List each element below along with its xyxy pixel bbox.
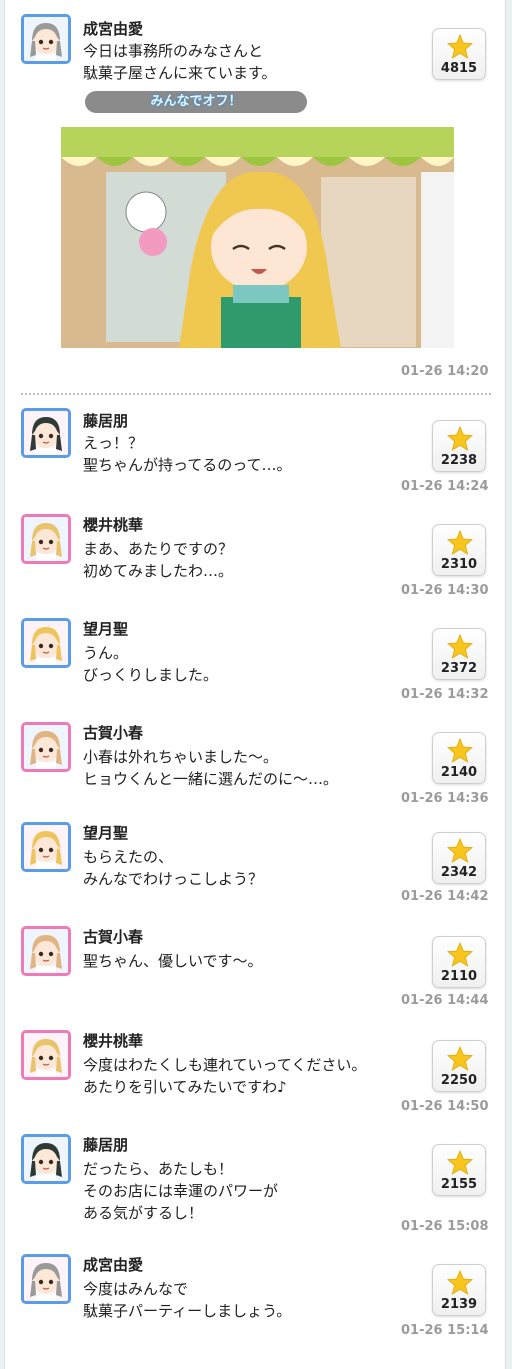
character-face-icon xyxy=(24,825,68,869)
avatar[interactable] xyxy=(21,408,71,458)
like-count: 2140 xyxy=(440,765,478,780)
avatar[interactable] xyxy=(21,926,71,976)
message-line: 聖ちゃんが持ってるのって…。 xyxy=(83,456,292,474)
character-face-icon xyxy=(24,17,68,61)
avatar[interactable] xyxy=(21,514,71,564)
message-line: びっくりしました。 xyxy=(83,666,219,684)
like-button[interactable]: 2238 xyxy=(432,420,486,472)
message-line: 小春は外れちゃいました〜。 xyxy=(83,748,279,766)
post-photo[interactable] xyxy=(61,127,454,348)
star-icon xyxy=(447,738,473,763)
avatar[interactable] xyxy=(21,722,71,772)
post-timestamp: 01-26 14:44 xyxy=(401,993,489,1008)
poster-name: 望月聖 xyxy=(83,620,129,638)
like-count: 2110 xyxy=(440,969,478,984)
star-icon xyxy=(447,838,473,863)
character-face-icon xyxy=(24,517,68,561)
star-icon xyxy=(447,1150,473,1175)
like-count: 2139 xyxy=(440,1297,478,1312)
message-line: えっ！？ xyxy=(83,434,144,452)
message-line: ヒョウくんと一緒に選んだのに〜…。 xyxy=(83,770,339,788)
post-timestamp: 01-26 14:20 xyxy=(401,364,489,379)
character-face-icon xyxy=(24,1257,68,1301)
like-button[interactable]: 4815 xyxy=(432,28,486,80)
like-count: 4815 xyxy=(440,61,478,76)
character-face-icon xyxy=(24,411,68,455)
like-button[interactable]: 2372 xyxy=(432,628,486,680)
like-count: 2238 xyxy=(440,453,478,468)
post-timestamp: 01-26 14:50 xyxy=(401,1099,489,1114)
message-line: 聖ちゃん、優しいです〜。 xyxy=(83,952,263,970)
avatar[interactable] xyxy=(21,618,71,668)
character-face-icon xyxy=(24,929,68,973)
message-line: もらえたの、 xyxy=(83,848,174,866)
like-count: 2155 xyxy=(440,1177,478,1192)
avatar[interactable] xyxy=(21,822,71,872)
message-line: 初めてみましたわ…。 xyxy=(83,562,234,580)
message-line: だったら、あたしも！ xyxy=(83,1160,234,1178)
star-icon xyxy=(447,530,473,555)
topic-tag-label: みんなでオフ！ xyxy=(150,94,242,109)
message-line: あたりを引いてみたいですわ♪ xyxy=(83,1078,287,1096)
like-button[interactable]: 2155 xyxy=(432,1144,486,1196)
message-line: 今度はわたくしも連れていってください。 xyxy=(83,1056,367,1074)
message-line: そのお店には幸運のパワーが xyxy=(83,1182,279,1200)
post-timestamp: 01-26 14:36 xyxy=(401,791,489,806)
post-timestamp: 01-26 14:42 xyxy=(401,889,489,904)
message-line: 駄菓子屋さんに来ています。 xyxy=(83,64,277,82)
like-count: 2250 xyxy=(440,1073,478,1088)
avatar[interactable] xyxy=(21,14,71,64)
poster-name: 櫻井桃華 xyxy=(83,516,144,534)
topic-tag[interactable]: みんなでオフ！ xyxy=(85,91,307,113)
shop-scene-image xyxy=(61,127,454,348)
like-count: 2342 xyxy=(440,865,478,880)
message-line: うん。 xyxy=(83,644,129,662)
message-line: 今日は事務所のみなさんと xyxy=(83,42,264,60)
poster-name: 成宮由愛 xyxy=(83,1256,144,1274)
poster-name: 藤居朋 xyxy=(83,412,129,430)
poster-name: 古賀小春 xyxy=(83,724,144,742)
star-icon xyxy=(447,34,473,59)
character-face-icon xyxy=(24,621,68,665)
message-line: みんなでわけっこしよう？ xyxy=(83,870,264,888)
feed-card: 成宮由愛 今日は事務所のみなさんと 駄菓子屋さんに来ています。 4815 01-26 … xyxy=(4,0,506,1369)
star-icon xyxy=(447,426,473,451)
avatar[interactable] xyxy=(21,1254,71,1304)
star-icon xyxy=(447,942,473,967)
like-button[interactable]: 2110 xyxy=(432,936,486,988)
like-button[interactable]: 2342 xyxy=(432,832,486,884)
character-face-icon xyxy=(24,1137,68,1181)
post-timestamp: 01-26 15:08 xyxy=(401,1219,489,1234)
character-face-icon xyxy=(24,725,68,769)
message-line: ある気がするし！ xyxy=(83,1204,204,1222)
avatar[interactable] xyxy=(21,1030,71,1080)
post-timestamp: 01-26 14:32 xyxy=(401,687,489,702)
poster-name: 望月聖 xyxy=(83,824,129,842)
post-timestamp: 01-26 14:30 xyxy=(401,583,489,598)
character-face-icon xyxy=(24,1033,68,1077)
like-button[interactable]: 2139 xyxy=(432,1264,486,1316)
message-line: 今度はみんなで xyxy=(83,1280,189,1298)
message-line: まあ、あたりですの？ xyxy=(83,540,234,558)
like-button[interactable]: 2140 xyxy=(432,732,486,784)
post-timestamp: 01-26 14:24 xyxy=(401,479,489,494)
like-count: 2372 xyxy=(440,661,478,676)
message-line: 駄菓子パーティーしましょう。 xyxy=(83,1302,292,1320)
post-timestamp: 01-26 15:14 xyxy=(401,1323,489,1338)
poster-name: 成宮由愛 xyxy=(83,20,144,38)
avatar[interactable] xyxy=(21,1134,71,1184)
like-count: 2310 xyxy=(440,557,478,572)
star-icon xyxy=(447,1046,473,1071)
like-button[interactable]: 2310 xyxy=(432,524,486,576)
poster-name: 古賀小春 xyxy=(83,928,144,946)
star-icon xyxy=(447,1270,473,1295)
poster-name: 藤居朋 xyxy=(83,1136,129,1154)
star-icon xyxy=(447,634,473,659)
like-button[interactable]: 2250 xyxy=(432,1040,486,1092)
post-divider xyxy=(21,393,491,395)
poster-name: 櫻井桃華 xyxy=(83,1032,144,1050)
